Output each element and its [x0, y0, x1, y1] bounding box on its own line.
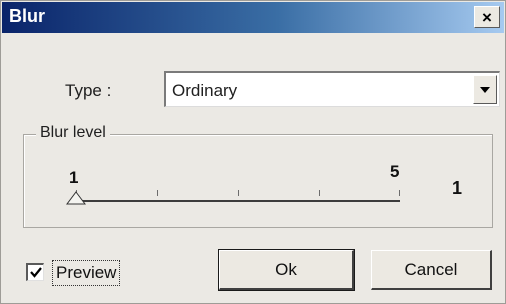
slider-tick: [238, 190, 239, 196]
preview-label[interactable]: Preview: [52, 260, 121, 286]
dialog-title: Blur: [9, 6, 45, 26]
type-label: Type :: [65, 81, 112, 100]
slider-max-label: 5: [390, 162, 400, 181]
title-bar[interactable]: Blur ×: [2, 2, 504, 33]
blur-dialog: Blur × Type : Ordinary Blur level 1 5 1: [0, 0, 506, 304]
blur-level-group: Blur level 1 5 1: [23, 124, 493, 228]
type-select[interactable]: Ordinary: [164, 71, 500, 107]
preview-checkbox[interactable]: [26, 263, 44, 281]
checkmark-icon: [29, 267, 42, 278]
slider-tick: [157, 190, 158, 196]
type-select-value: Ordinary: [172, 81, 238, 100]
blur-level-value: 1: [452, 178, 463, 198]
slider-tick: [319, 190, 320, 196]
blur-level-slider[interactable]: [76, 200, 400, 202]
slider-min-label: 1: [69, 168, 79, 187]
cancel-button[interactable]: Cancel: [371, 250, 492, 290]
type-dropdown-button[interactable]: [473, 75, 497, 104]
blur-level-label: Blur level: [36, 124, 110, 142]
chevron-down-icon: [480, 86, 490, 93]
close-icon: ×: [482, 7, 492, 27]
slider-tick: [399, 190, 400, 196]
close-button[interactable]: ×: [474, 6, 500, 28]
ok-button[interactable]: Ok: [218, 249, 355, 291]
slider-thumb[interactable]: [66, 191, 86, 205]
